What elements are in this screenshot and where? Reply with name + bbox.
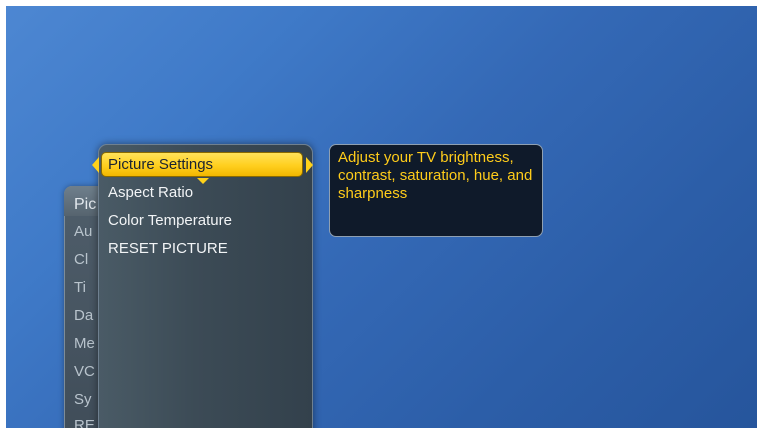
parent-menu-item[interactable]: Sy xyxy=(74,391,92,409)
help-tooltip-text: Adjust your TV brightness, contrast, sat… xyxy=(338,149,533,202)
parent-menu-title: Pic xyxy=(74,196,97,213)
parent-menu-item[interactable]: Me xyxy=(74,335,95,353)
parent-menu-item[interactable]: Ti xyxy=(74,279,86,297)
parent-menu-item[interactable]: RE xyxy=(74,417,95,428)
menu-item-picture-settings[interactable]: Picture Settings xyxy=(108,156,213,174)
arrow-right-icon[interactable] xyxy=(306,157,313,173)
arrow-down-icon xyxy=(197,178,209,184)
menu-item-aspect-ratio[interactable]: Aspect Ratio xyxy=(108,184,193,202)
parent-menu-item[interactable]: Cl xyxy=(74,251,88,269)
parent-menu-item[interactable]: Da xyxy=(74,307,93,325)
tv-screen: Pic Au Cl Ti Da Me VC Sy RE Picture Sett… xyxy=(6,6,757,428)
menu-item-reset-picture[interactable]: RESET PICTURE xyxy=(108,240,228,258)
parent-menu-item[interactable]: VC xyxy=(74,363,95,381)
menu-item-color-temperature[interactable]: Color Temperature xyxy=(108,212,232,230)
arrow-left-icon[interactable] xyxy=(92,157,99,173)
parent-menu-item[interactable]: Au xyxy=(74,223,92,241)
